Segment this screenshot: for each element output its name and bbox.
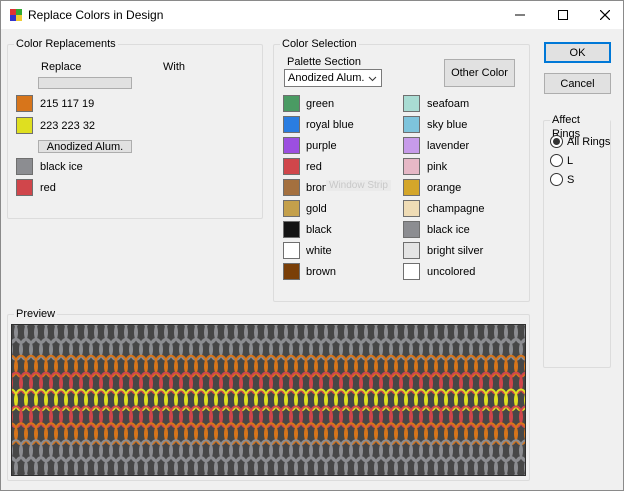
palette-section-value: Anodized Alum. xyxy=(288,72,365,84)
palette-right-label-3: lavender xyxy=(427,140,470,152)
replace-swatch-2[interactable] xyxy=(16,117,33,134)
ghost-tooltip-text: Window Strip xyxy=(326,180,391,191)
ok-label: OK xyxy=(569,46,586,59)
replace-label-2: 223 223 32 xyxy=(40,120,96,132)
preview-title: Preview xyxy=(14,307,58,321)
palette-left-swatch-9[interactable] xyxy=(283,263,300,280)
close-icon xyxy=(600,10,610,20)
palette-right-label-7: black ice xyxy=(427,224,470,236)
ok-button[interactable]: OK xyxy=(544,42,611,63)
palette-left-swatch-7[interactable] xyxy=(283,221,300,238)
minimize-icon xyxy=(515,14,525,16)
palette-section-label: Palette Section xyxy=(287,56,361,68)
palette-left-swatch-4[interactable] xyxy=(283,158,300,175)
palette-left-swatch-8[interactable] xyxy=(283,242,300,259)
palette-left-swatch-5[interactable] xyxy=(283,179,300,196)
color-selection-title: Color Selection xyxy=(280,37,359,51)
palette-right-label-8: bright silver xyxy=(427,245,484,257)
preview-background xyxy=(11,324,526,476)
palette-right-label-1: seafoam xyxy=(427,98,470,110)
palette-right-label-9: uncolored xyxy=(427,266,476,278)
title-bar: Replace Colors in Design xyxy=(1,1,623,29)
close-button[interactable] xyxy=(583,1,624,29)
cancel-button[interactable]: Cancel xyxy=(544,73,611,94)
palette-right-swatch-3[interactable] xyxy=(403,137,420,154)
palette-right-label-6: champagne xyxy=(427,203,485,215)
palette-right-swatch-7[interactable] xyxy=(403,221,420,238)
chevron-down-icon xyxy=(368,76,377,82)
replacement-group-2-button[interactable]: Anodized Alum. xyxy=(38,140,132,153)
window-title: Replace Colors in Design xyxy=(28,8,164,22)
replace-swatch-3[interactable] xyxy=(16,158,33,175)
replace-swatch-4[interactable] xyxy=(16,179,33,196)
minimize-button[interactable] xyxy=(498,1,542,29)
radio-all-rings[interactable] xyxy=(550,135,563,148)
palette-right-swatch-4[interactable] xyxy=(403,158,420,175)
replace-header: Replace xyxy=(41,61,82,73)
palette-right-label-4: pink xyxy=(427,161,448,173)
other-color-button[interactable]: Other Color xyxy=(444,59,515,87)
palette-left-label-3: purple xyxy=(306,140,337,152)
dialog-window: Replace Colors in Design Color Replaceme… xyxy=(0,0,624,491)
palette-left-label-2: royal blue xyxy=(306,119,354,131)
palette-left-label-7: black xyxy=(306,224,332,236)
palette-right-swatch-6[interactable] xyxy=(403,200,420,217)
replace-swatch-1[interactable] xyxy=(16,95,33,112)
palette-right-swatch-2[interactable] xyxy=(403,116,420,133)
other-color-label: Other Color xyxy=(451,67,508,79)
palette-right-swatch-9[interactable] xyxy=(403,263,420,280)
maximize-icon xyxy=(558,10,568,20)
replace-label-3: black ice xyxy=(40,161,83,173)
palette-left-swatch-1[interactable] xyxy=(283,95,300,112)
replacement-group-2-label: Anodized Alum. xyxy=(46,140,124,153)
palette-left-swatch-3[interactable] xyxy=(283,137,300,154)
replacement-group-1-button[interactable] xyxy=(38,77,132,89)
palette-right-swatch-8[interactable] xyxy=(403,242,420,259)
palette-left-label-9: brown xyxy=(306,266,336,278)
replace-label-4: red xyxy=(40,182,56,194)
app-icon xyxy=(9,8,23,22)
palette-left-label-8: white xyxy=(306,245,332,257)
palette-left-swatch-2[interactable] xyxy=(283,116,300,133)
palette-left-swatch-6[interactable] xyxy=(283,200,300,217)
radio-all-rings-label[interactable]: All Rings xyxy=(567,135,610,149)
replace-label-1: 215 117 19 xyxy=(40,98,95,110)
palette-left-label-6: gold xyxy=(306,203,327,215)
radio-l-label[interactable]: L xyxy=(567,154,573,168)
palette-section-select[interactable]: Anodized Alum. xyxy=(284,69,382,87)
palette-left-label-4: red xyxy=(306,161,322,173)
maximize-button[interactable] xyxy=(541,1,585,29)
palette-right-label-5: orange xyxy=(427,182,462,194)
palette-right-label-2: sky blue xyxy=(427,119,468,131)
radio-l[interactable] xyxy=(550,154,563,167)
palette-left-label-1: green xyxy=(306,98,335,110)
cancel-label: Cancel xyxy=(560,77,595,90)
chainmail-preview xyxy=(11,324,526,476)
palette-right-swatch-5[interactable] xyxy=(403,179,420,196)
radio-s[interactable] xyxy=(550,173,563,186)
color-replacements-title: Color Replacements xyxy=(14,37,118,51)
radio-s-label[interactable]: S xyxy=(567,173,574,187)
palette-right-swatch-1[interactable] xyxy=(403,95,420,112)
with-header: With xyxy=(163,61,185,73)
